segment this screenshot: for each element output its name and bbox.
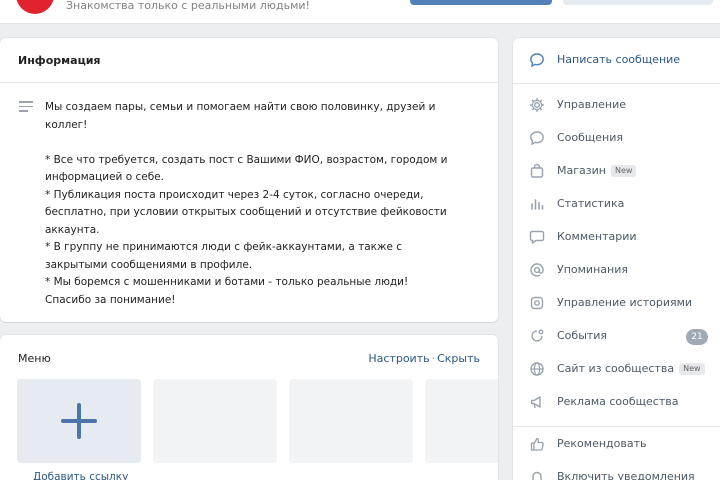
secondary-action-button[interactable] [563,0,713,5]
menu-separator: · [431,352,436,365]
at-icon [529,262,545,278]
group-actions-sidebar: Написать сообщение Управление Сообщения … [513,38,720,480]
write-message-label: Написать сообщение [557,53,681,66]
add-link-tile[interactable] [17,379,141,463]
sidebar-item-label: Реклама сообщества [557,395,679,408]
description-line: * Мы боремся с мошенниками и ботами - то… [45,276,409,288]
sidebar-item-label: Управление [557,98,627,111]
description-line: * Все что требуется, создать пост с Ваши… [45,153,448,184]
sidebar-item-statistics[interactable]: Статистика [513,188,720,221]
sidebar-item-label: Управление историями [557,296,693,309]
menu-card: Меню Настроить · Скрыть Добавить ссылку [0,335,498,480]
info-card: Информация Мы создаем пары, семьи и помо… [0,38,498,322]
description-line: * В группу не принимаются люди с фейк-ак… [45,241,403,271]
sidebar-item-mentions[interactable]: Упоминания [513,254,720,287]
bar-chart-icon [529,196,545,212]
group-description: Мы создаем пары, семьи и помогаем найти … [45,99,465,309]
bell-icon [529,469,545,480]
message-icon [529,130,545,146]
info-header: Информация [0,38,498,83]
description-line: * Публикация поста происходит через 2-4 … [45,188,447,236]
menu-tile-placeholder [289,379,413,463]
sidebar-item-label: Упоминания [557,263,628,276]
primary-action-button[interactable] [410,0,552,5]
shopping-bag-icon [529,163,545,179]
events-count-badge: 21 [686,329,708,345]
sidebar-item-comments[interactable]: Комментарии [513,221,720,254]
description-line: Мы создаем пары, семьи и помогаем найти … [45,101,436,131]
sidebar-divider [513,83,720,84]
events-icon [529,328,545,344]
sidebar-item-site[interactable]: Сайт из сообщества New [513,353,720,386]
notifications-label: Включить уведомления [557,470,695,480]
sidebar-divider [513,426,720,427]
megaphone-icon [529,394,545,410]
description-line: Спасибо за понимание! [45,293,176,306]
info-title: Информация [18,54,101,67]
thumbs-up-icon [529,436,545,452]
sidebar-item-label: События [557,329,608,342]
sidebar-item-label: Магазин New [557,164,637,177]
comment-icon [529,229,545,245]
text-lines-icon [19,101,33,113]
new-badge: New [679,363,705,375]
menu-actions: Настроить · Скрыть [368,352,480,365]
sidebar-item-shop[interactable]: Магазин New [513,155,720,188]
sidebar-item-events[interactable]: События 21 [513,320,720,353]
sidebar-item-label: Статистика [557,197,625,210]
sidebar-item-manage[interactable]: Управление [513,89,720,122]
group-avatar[interactable] [16,0,54,14]
menu-title: Меню [18,352,51,365]
recommend-label: Рекомендовать [557,437,647,450]
globe-icon [529,361,545,377]
sidebar-item-label: Комментарии [557,230,637,243]
message-icon [529,52,545,68]
sidebar-item-label: Сайт из сообщества New [557,362,705,375]
write-message-item[interactable]: Написать сообщение [513,44,720,77]
group-header: Знакомства только с реальными людьми! [0,0,720,24]
menu-tile-placeholder [425,379,498,463]
menu-tile-placeholder [153,379,277,463]
sidebar-item-stories[interactable]: Управление историями [513,287,720,320]
menu-configure-link[interactable]: Настроить [368,352,429,365]
sidebar-item-ads[interactable]: Реклама сообщества [513,386,720,419]
menu-hide-link[interactable]: Скрыть [437,352,480,365]
add-link-label[interactable]: Добавить ссылку [33,471,128,480]
group-tagline: Знакомства только с реальными людьми! [66,0,310,12]
sidebar-item-label: Сообщения [557,131,624,144]
recommend-item[interactable]: Рекомендовать [513,428,720,461]
new-badge: New [610,165,637,177]
sidebar-item-messages[interactable]: Сообщения [513,122,720,155]
notifications-item[interactable]: Включить уведомления [513,461,720,480]
stories-icon [529,295,545,311]
gear-icon [529,97,545,113]
